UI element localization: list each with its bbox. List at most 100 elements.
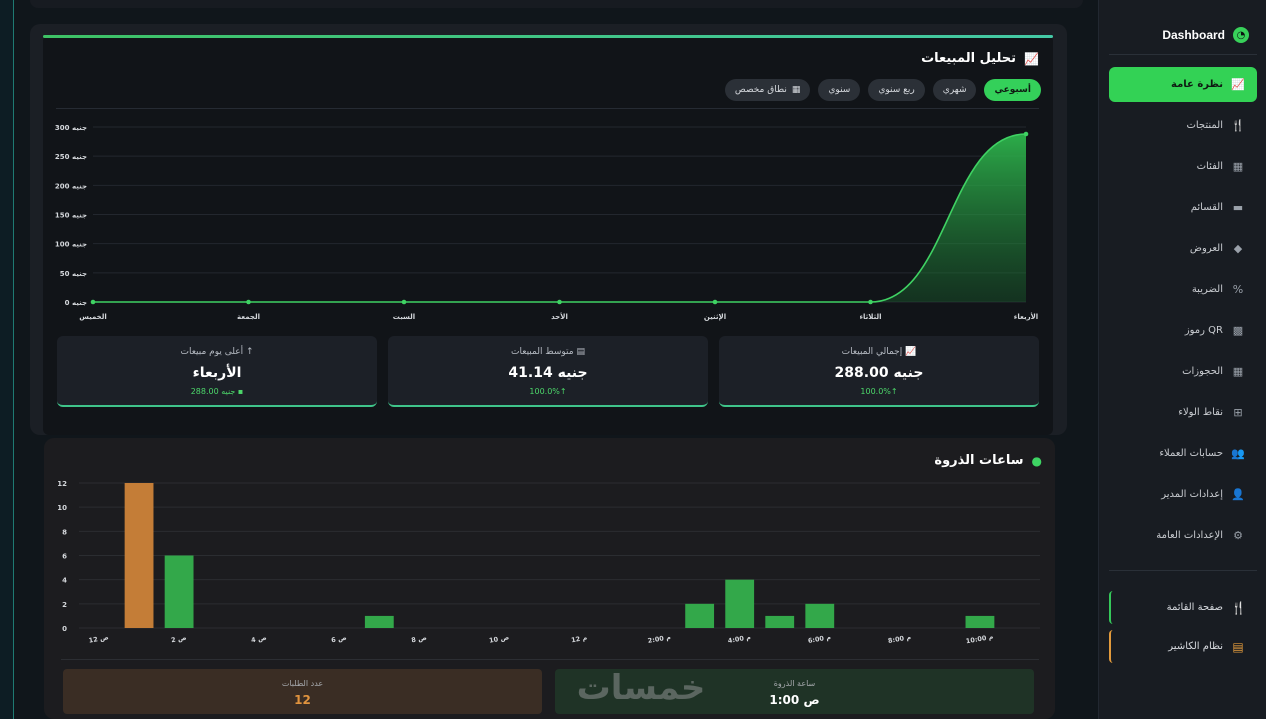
period-quarterly[interactable]: ربع سنوي: [868, 79, 925, 101]
y-tick-label: 8: [62, 528, 67, 536]
sidebar-item-label: الإعدادات العامة: [1156, 530, 1223, 541]
peak-bar: [124, 483, 154, 628]
x-tick-label: 4 ص: [250, 634, 267, 645]
sidebar-item-label: حسابات العملاء: [1159, 448, 1223, 459]
peak-divider: [61, 659, 1039, 660]
chart-line-icon: 📈: [1024, 51, 1039, 66]
sidebar-item-label: إعدادات المدير: [1161, 489, 1223, 500]
sales-point: [868, 299, 873, 305]
y-tick-label: 100 جنيه: [55, 241, 87, 249]
stat-label: متوسط المبيعات ▤: [388, 347, 708, 357]
stat-value: 288.00 جنيه: [834, 365, 924, 381]
stat-change-text: 288.00 جنيه: [190, 387, 236, 396]
stat-top-day: أعلى يوم مبيعات ↑ الأربعاء 288.00 جنيه ▪: [57, 336, 377, 407]
period-label: أسبوعي: [994, 85, 1031, 95]
x-tick-label: 8:00 م: [887, 633, 911, 645]
period-label: شهري: [942, 85, 967, 95]
peak-bar: [965, 615, 995, 628]
users-icon: 👥: [1231, 447, 1245, 460]
utensils-icon: 🍴: [1231, 119, 1245, 132]
chart-line-icon: 📈: [1231, 78, 1245, 91]
x-tick-label: السبت: [393, 313, 415, 321]
peak-bar: [765, 615, 795, 628]
sidebar-item-4[interactable]: العروض ◆: [1109, 231, 1257, 266]
sidebar-item-label: العروض: [1189, 243, 1223, 254]
sales-point: [712, 299, 718, 305]
calendar-icon: ▦: [1232, 365, 1244, 378]
period-label: نطاق مخصص: [734, 85, 787, 95]
period-custom-range[interactable]: نطاق مخصص ▦: [724, 79, 811, 101]
sidebar-item-label: المنتجات: [1186, 120, 1223, 131]
stat-label: إجمالي المبيعات 📈: [719, 347, 1039, 357]
sidebar-item-11[interactable]: الإعدادات العامة ⚙: [1109, 518, 1257, 553]
orders-value: 12: [294, 693, 311, 707]
calculator-icon: ▤: [576, 347, 585, 357]
peak-hours-card: ساعات الذروة ● 0 2 4 6 8 10 12 12 ص2 ص4 ص6 ص8 ص…: [44, 438, 1055, 719]
sidebar: Dashboard ◔ نظرة عامة 📈 المنتجات 🍴 الفئات ▦ ال…: [1098, 0, 1266, 719]
grid-icon: ▦: [1232, 160, 1244, 173]
stat-average-sales: متوسط المبيعات ▤ 41.14 جنيه 100.0%↑: [388, 336, 708, 407]
sidebar-item-8[interactable]: نقاط الولاء ⊞: [1109, 395, 1257, 430]
arrow-up-icon: ↑: [245, 347, 254, 357]
sidebar-item-7[interactable]: الحجوزات ▦: [1109, 354, 1257, 389]
peak-hours-bar-chart: 0 2 4 6 8 10 12 12 ص 2 ص 4 ص 6 ص 8 ص 10 ص 12 م 2:00 م 4…: [57, 480, 1040, 645]
x-tick-label: 6:00 م: [807, 633, 831, 645]
sidebar-item-menu-page[interactable]: صفحة القائمة 🍴: [1109, 591, 1257, 624]
peak-bar: [164, 555, 194, 628]
sidebar-item-label: نقاط الولاء: [1178, 407, 1223, 418]
percent-icon: %: [1232, 283, 1244, 296]
period-weekly[interactable]: أسبوعي: [984, 79, 1041, 101]
sales-accent-bar: [43, 35, 1053, 38]
sidebar-item-1[interactable]: المنتجات 🍴: [1109, 108, 1257, 143]
sales-analysis-card: تحليل المبيعات 📈 أسبوعي شهري ربع سنوي سن…: [30, 24, 1067, 435]
sales-title: تحليل المبيعات 📈: [921, 51, 1039, 66]
y-tick-label: 2: [62, 601, 67, 609]
period-monthly[interactable]: شهري: [932, 79, 977, 101]
sidebar-item-10[interactable]: إعدادات المدير 👤: [1109, 477, 1257, 512]
sales-line: [92, 133, 1027, 303]
gift-icon: ⊞: [1233, 406, 1243, 419]
y-tick-label: 0 جنيه: [65, 299, 87, 307]
sidebar-item-6[interactable]: رموز QR ▩: [1109, 313, 1257, 348]
sidebar-item-3[interactable]: القسائم ▬: [1109, 190, 1257, 225]
y-tick-label: 4: [62, 577, 67, 585]
sidebar-nav: نظرة عامة 📈 المنتجات 🍴 الفئات ▦ القسائم ▬ العروض…: [1109, 67, 1257, 559]
x-tick-label: الأحد: [551, 312, 568, 321]
sales-point: [90, 299, 96, 305]
y-tick-label: 6: [62, 553, 67, 561]
peak-bar: [805, 603, 835, 628]
sidebar-item-0[interactable]: نظرة عامة 📈: [1109, 67, 1257, 102]
tag-icon: ◆: [1233, 242, 1243, 255]
stat-change: 288.00 جنيه ▪: [57, 387, 377, 396]
stat-label-text: متوسط المبيعات: [511, 347, 574, 357]
x-tick-label: 12 ص: [88, 633, 109, 644]
peak-bar: [685, 603, 715, 628]
dashboard-gauge-icon: ◔: [1233, 27, 1249, 43]
stat-total-sales: إجمالي المبيعات 📈 288.00 جنيه 100.0%↑: [719, 336, 1039, 407]
y-tick-label: 200 جنيه: [55, 182, 87, 190]
y-tick-label: 300 جنيه: [55, 124, 87, 132]
period-yearly[interactable]: سنوي: [818, 79, 861, 101]
x-tick-label: الجمعة: [237, 313, 260, 321]
sidebar-item-cashier[interactable]: نظام الكاشير ▤: [1109, 630, 1257, 663]
sidebar-item-label: صفحة القائمة: [1166, 602, 1223, 613]
x-tick-label: الإثنين: [704, 313, 726, 321]
brand-title: Dashboard: [1162, 28, 1225, 42]
sidebar-item-9[interactable]: حسابات العملاء 👥: [1109, 436, 1257, 471]
stat-change: 100.0%↑: [529, 387, 567, 396]
brand[interactable]: Dashboard ◔: [1109, 22, 1249, 48]
x-tick-label: 2:00 م: [647, 633, 671, 645]
x-tick-label: 10 ص: [489, 633, 510, 644]
sidebar-item-label: القسائم: [1190, 202, 1223, 213]
y-tick-label: 50 جنيه: [60, 270, 87, 278]
app-root: تحليل المبيعات 📈 أسبوعي شهري ربع سنوي سن…: [0, 0, 1266, 719]
stat-label: أعلى يوم مبيعات ↑: [57, 347, 377, 357]
top-strip: [30, 0, 1083, 8]
user-cog-icon: 👤: [1231, 488, 1245, 501]
utensils-icon: 🍴: [1231, 600, 1246, 615]
sidebar-item-5[interactable]: الضريبة%: [1109, 272, 1257, 307]
stat-change: 100.0%↑: [860, 387, 898, 396]
sidebar-item-label: نظام الكاشير: [1168, 641, 1223, 652]
sidebar-item-2[interactable]: الفئات ▦: [1109, 149, 1257, 184]
cash-register-icon: ▤: [1232, 639, 1244, 654]
